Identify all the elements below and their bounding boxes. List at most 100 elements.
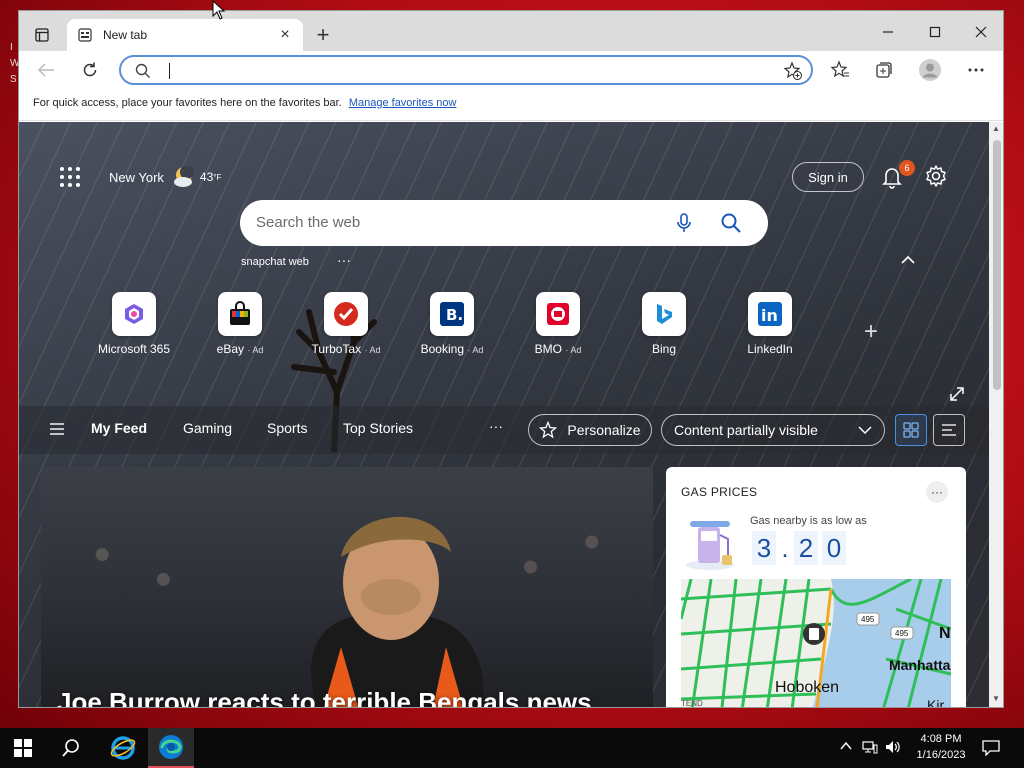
ad-tag: · Ad (565, 345, 582, 355)
clock-date: 1/16/2023 (916, 749, 966, 761)
partly-cloudy-night-icon (173, 166, 194, 187)
favorites-button[interactable] (827, 57, 853, 83)
tab-sports[interactable]: Sports (267, 420, 307, 436)
hero-news-card[interactable]: Joe Burrow reacts to terrible Bengals ne… (41, 467, 653, 707)
trending-search-link[interactable]: snapchat web (241, 256, 309, 268)
hero-headline[interactable]: Joe Burrow reacts to terrible Bengals ne… (57, 687, 592, 707)
bmo-logo-icon (536, 292, 580, 336)
search-icon (135, 63, 151, 84)
search-icon (62, 739, 79, 757)
booking-logo-icon: B. (430, 292, 474, 336)
microphone-icon[interactable] (676, 212, 692, 239)
settings-and-more-button[interactable] (963, 57, 989, 83)
profile-button[interactable] (917, 57, 943, 83)
gas-card-more-button[interactable]: ··· (926, 481, 948, 503)
collapse-chevron-up-icon[interactable] (901, 252, 917, 268)
list-layout-icon (942, 424, 956, 436)
content-visibility-value: Content partially visible (674, 422, 818, 438)
edge-taskbar-button[interactable] (148, 728, 194, 768)
address-bar[interactable] (119, 55, 813, 85)
collections-icon (876, 62, 892, 78)
tab-new-tab[interactable]: New tab × (67, 19, 303, 51)
scroll-up-arrow-icon[interactable]: ▲ (992, 124, 1002, 134)
tab-gaming[interactable]: Gaming (183, 420, 232, 436)
add-favorite-icon[interactable] (783, 61, 803, 86)
collections-button[interactable] (871, 57, 897, 83)
gas-card-title: GAS PRICES (681, 485, 758, 499)
start-button[interactable] (0, 728, 46, 768)
quick-link-bing[interactable]: Bing (619, 292, 709, 356)
page-settings-gear-icon[interactable] (924, 164, 948, 188)
sign-in-button[interactable]: Sign in (792, 162, 864, 192)
map-label-tend: TEND (681, 699, 703, 708)
clock-time: 4:08 PM (920, 733, 962, 745)
web-search-box[interactable]: Search the web (240, 200, 768, 246)
refresh-button[interactable] (77, 57, 103, 83)
quick-link-bmo[interactable]: BMO · Ad (513, 292, 603, 356)
content-visibility-dropdown[interactable]: Content partially visible (661, 414, 885, 446)
linkedin-logo-icon: in (748, 292, 792, 336)
taskbar-clock[interactable]: 4:08 PM 1/16/2023 (906, 731, 976, 763)
list-layout-button[interactable] (933, 414, 965, 446)
browser-toolbar (19, 51, 1003, 89)
show-hidden-icons-chevron-icon[interactable] (840, 740, 852, 755)
tab-actions-icon (35, 28, 49, 42)
avatar (919, 59, 941, 81)
minimize-button[interactable] (865, 19, 911, 45)
internet-explorer-taskbar-button[interactable] (100, 728, 146, 768)
gas-prices-card[interactable]: GAS PRICES ··· Gas nearby is as low as 3… (666, 467, 966, 708)
svg-text:in: in (761, 306, 778, 325)
tile-label: BMO (534, 342, 562, 356)
quick-link-turbotax[interactable]: TurboTax · Ad (301, 292, 391, 356)
volume-icon[interactable] (885, 740, 901, 757)
text-caret (169, 63, 170, 79)
tab-my-feed[interactable]: My Feed (91, 420, 147, 436)
notifications-icon (982, 740, 1000, 756)
bing-logo-icon (642, 292, 686, 336)
ad-tag: · Ad (247, 345, 264, 355)
tab-top-stories[interactable]: Top Stories (343, 420, 413, 436)
map-label-hoboken: Hoboken (775, 679, 840, 696)
feed-more-button[interactable]: ··· (489, 418, 503, 434)
gas-price-digits: 3 . 2 0 (752, 531, 846, 565)
expand-background-icon[interactable] (949, 386, 965, 402)
quick-link-ebay[interactable]: eBay · Ad (195, 292, 285, 356)
mouse-pointer-icon (212, 0, 226, 20)
favorites-bar-message: For quick access, place your favorites h… (33, 97, 342, 109)
app-launcher-icon[interactable] (59, 166, 81, 188)
traffic-map[interactable]: Hoboken Manhatta 495 495 N Kir TEND (681, 579, 951, 708)
close-tab-icon[interactable]: × (277, 26, 293, 43)
network-icon[interactable] (862, 740, 878, 757)
tile-label: Bing (651, 342, 677, 356)
tab-title: New tab (103, 28, 148, 42)
feed-navigation: My Feed Gaming Sports Top Stories ··· Pe… (19, 406, 989, 454)
weather-widget[interactable]: New York 43 °F (109, 166, 221, 188)
quick-links: Microsoft 365 eBay · Ad TurboTax · Ad B.… (89, 292, 869, 362)
personalize-button[interactable]: Personalize (528, 414, 652, 446)
gas-price-digit: 2 (794, 531, 818, 565)
grid-layout-button[interactable] (895, 414, 927, 446)
maximize-button[interactable] (912, 19, 958, 45)
player-photo (311, 516, 484, 707)
quick-link-microsoft-365[interactable]: Microsoft 365 (89, 292, 179, 356)
manage-favorites-link[interactable]: Manage favorites now (349, 97, 457, 109)
svg-text:B.: B. (446, 306, 463, 324)
trending-more-button[interactable]: ··· (337, 252, 351, 268)
map-label-kir: Kir (927, 697, 945, 708)
new-tab-button[interactable]: + (311, 22, 335, 47)
action-center-button[interactable] (968, 728, 1014, 768)
close-window-button[interactable] (958, 19, 1003, 45)
scrollbar-thumb[interactable] (993, 140, 1001, 390)
quick-link-booking[interactable]: B. Booking · Ad (407, 292, 497, 356)
tile-label: eBay (216, 342, 244, 356)
back-button[interactable] (33, 57, 59, 83)
taskbar-search-button[interactable] (48, 728, 94, 768)
scroll-down-arrow-icon[interactable]: ▼ (992, 694, 1002, 704)
hamburger-menu-icon[interactable] (49, 422, 65, 436)
map-label-i495-b: 495 (895, 629, 909, 638)
tab-actions-button[interactable] (25, 21, 59, 49)
quick-link-linkedin[interactable]: in LinkedIn (725, 292, 815, 356)
search-submit-icon[interactable] (720, 212, 742, 239)
page-scrollbar[interactable]: ▲ ▼ (989, 122, 1003, 707)
add-quick-link-button[interactable]: + (864, 318, 878, 346)
